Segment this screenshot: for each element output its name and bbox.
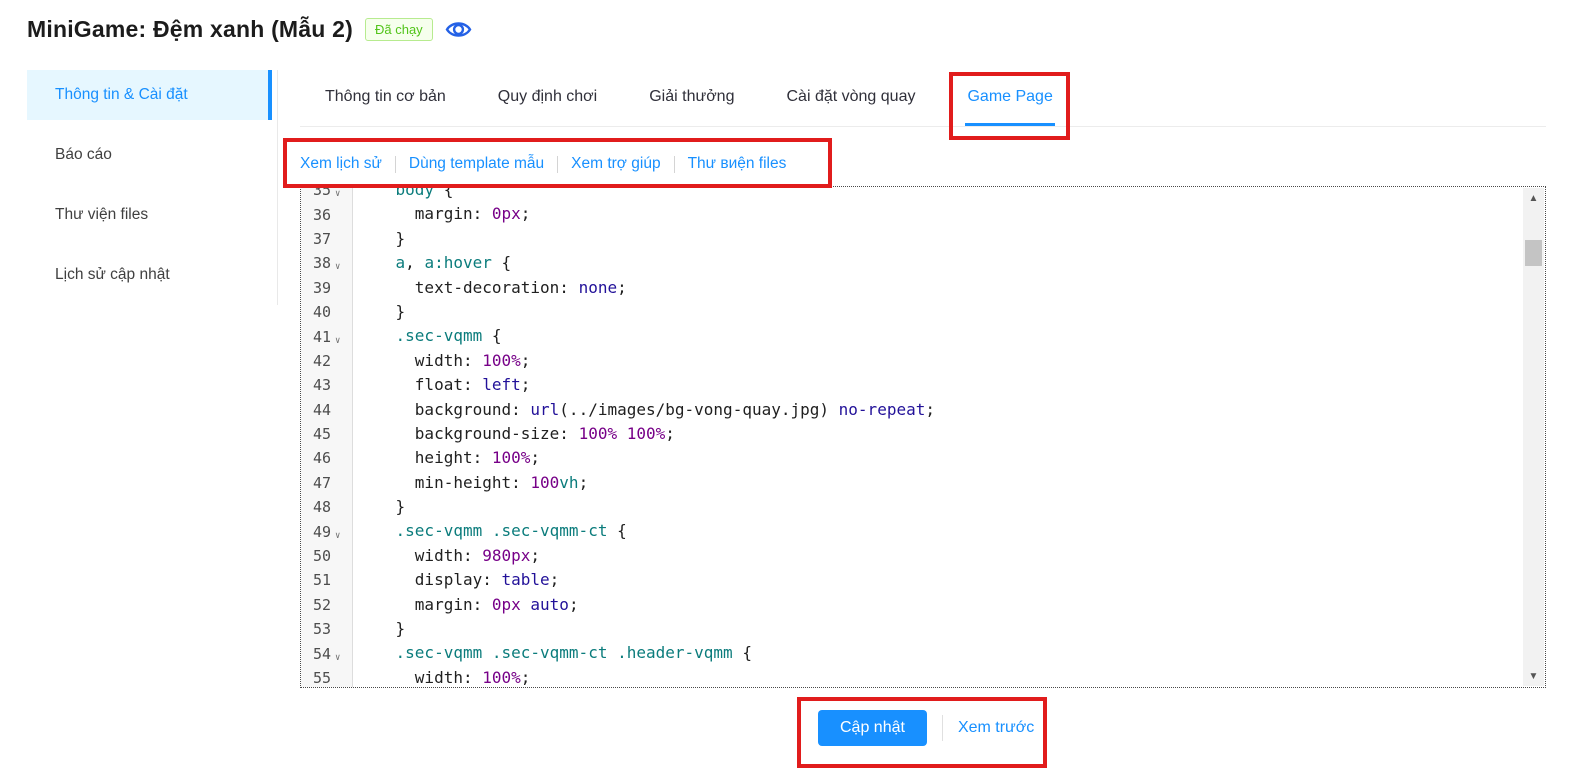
- code-line[interactable]: a, a:hover {: [357, 251, 1545, 275]
- code-line[interactable]: text-decoration: none;: [357, 276, 1545, 300]
- toolbar-link[interactable]: Dùng template mẫu: [409, 155, 544, 173]
- gutter-line-number: 53: [301, 617, 352, 641]
- tab-item[interactable]: Quy định chơi: [496, 70, 599, 126]
- editor-vertical-scrollbar[interactable]: ▲ ▼: [1523, 188, 1544, 686]
- scrollbar-thumb[interactable]: [1525, 240, 1542, 266]
- tab-active[interactable]: Game Page: [965, 70, 1054, 126]
- gutter-line-number: 37: [301, 227, 352, 251]
- sidebar-item[interactable]: Báo cáo: [27, 130, 272, 180]
- fold-chevron-down-icon[interactable]: ∨: [335, 189, 340, 199]
- scrollbar-down-arrow-icon[interactable]: ▼: [1523, 666, 1544, 686]
- fold-chevron-down-icon[interactable]: ∨: [335, 262, 340, 272]
- code-line[interactable]: body {: [357, 186, 1545, 202]
- editor-toolbar-links: Xem lịch sử Dùng template mẫu Xem trợ giúp…: [300, 148, 786, 180]
- sidebar-item[interactable]: Thông tin & Cài đặt: [27, 70, 272, 120]
- gutter-line-number: 51: [301, 568, 352, 592]
- tab-item[interactable]: Cài đặt vòng quay: [784, 70, 917, 126]
- gutter-line-number: 47: [301, 471, 352, 495]
- gutter-line-number: 46: [301, 446, 352, 470]
- editor-scroller: 35∨363738∨394041∨4243444546474849∨505152…: [301, 186, 1545, 688]
- gutter-line-number: 55: [301, 666, 352, 688]
- tab-item[interactable]: Thông tin cơ bản: [323, 70, 448, 126]
- toolbar-link[interactable]: Xem trợ giúp: [571, 155, 660, 173]
- code-line[interactable]: }: [357, 495, 1545, 519]
- footer-actions: Cập nhật Xem trước: [818, 710, 1034, 746]
- code-line[interactable]: margin: 0px auto;: [357, 593, 1545, 617]
- code-line[interactable]: height: 100%;: [357, 446, 1545, 470]
- link-separator: [674, 156, 675, 173]
- fold-chevron-down-icon[interactable]: ∨: [335, 531, 340, 541]
- gutter-line-number: 41∨: [301, 324, 352, 348]
- page-header: MiniGame: Đệm xanh (Mẫu 2) Đã chạy: [27, 16, 472, 43]
- gutter-line-number: 39: [301, 276, 352, 300]
- fold-chevron-down-icon[interactable]: ∨: [335, 653, 340, 663]
- code-line[interactable]: background: url(../images/bg-vong-quay.j…: [357, 398, 1545, 422]
- gutter-line-number: 49∨: [301, 519, 352, 543]
- gutter-line-number: 40: [301, 300, 352, 324]
- gutter-line-number: 48: [301, 495, 352, 519]
- gutter-line-number: 38∨: [301, 251, 352, 275]
- sidebar: Thông tin & Cài đặt Báo cáo Thư viện files…: [27, 70, 272, 310]
- code-line[interactable]: margin: 0px;: [357, 202, 1545, 226]
- editor-gutter: 35∨363738∨394041∨4243444546474849∨505152…: [301, 186, 353, 688]
- code-line[interactable]: .sec-vqmm {: [357, 324, 1545, 348]
- sidebar-divider: [277, 70, 278, 305]
- tab-item[interactable]: Giải thưởng: [647, 70, 736, 126]
- gutter-line-number: 45: [301, 422, 352, 446]
- eye-icon: [445, 18, 472, 41]
- code-line[interactable]: width: 980px;: [357, 544, 1545, 568]
- code-line[interactable]: min-height: 100vh;: [357, 471, 1545, 495]
- code-line[interactable]: .sec-vqmm .sec-vqmm-ct {: [357, 519, 1545, 543]
- preview-eye-button[interactable]: [445, 18, 472, 41]
- scrollbar-up-arrow-icon[interactable]: ▲: [1523, 188, 1544, 208]
- status-badge: Đã chạy: [365, 18, 433, 42]
- toolbar-link[interactable]: Thư виện files: [688, 155, 787, 173]
- gutter-line-number: 52: [301, 593, 352, 617]
- tab-bar: Thông tin cơ bản Quy định chơi Giải thưởng…: [300, 70, 1546, 127]
- code-line[interactable]: }: [357, 227, 1545, 251]
- gutter-line-number: 36: [301, 202, 352, 226]
- fold-chevron-down-icon[interactable]: ∨: [335, 336, 340, 346]
- link-separator: [557, 156, 558, 173]
- link-separator: [395, 156, 396, 173]
- code-editor[interactable]: 35∨363738∨394041∨4243444546474849∨505152…: [300, 186, 1546, 688]
- code-line[interactable]: float: left;: [357, 373, 1545, 397]
- toolbar-link[interactable]: Xem lịch sử: [300, 155, 382, 173]
- code-line[interactable]: width: 100%;: [357, 666, 1545, 688]
- gutter-line-number: 44: [301, 398, 352, 422]
- update-button[interactable]: Cập nhật: [818, 710, 927, 746]
- sidebar-item[interactable]: Thư viện files: [27, 190, 272, 240]
- preview-link[interactable]: Xem trước: [958, 719, 1034, 737]
- gutter-line-number: 35∨: [301, 186, 352, 202]
- code-line[interactable]: .sec-vqmm .sec-vqmm-ct .header-vqmm {: [357, 641, 1545, 665]
- code-line[interactable]: background-size: 100% 100%;: [357, 422, 1545, 446]
- editor-code-area[interactable]: body { margin: 0px; } a, a:hover { text-…: [353, 186, 1545, 688]
- code-line[interactable]: }: [357, 617, 1545, 641]
- code-line[interactable]: width: 100%;: [357, 349, 1545, 373]
- code-line[interactable]: display: table;: [357, 568, 1545, 592]
- code-line[interactable]: }: [357, 300, 1545, 324]
- page-title: MiniGame: Đệm xanh (Mẫu 2): [27, 16, 353, 43]
- footer-divider: [942, 715, 943, 741]
- gutter-line-number: 43: [301, 373, 352, 397]
- gutter-line-number: 54∨: [301, 641, 352, 665]
- sidebar-item[interactable]: Lịch sử cập nhật: [27, 250, 272, 300]
- gutter-line-number: 50: [301, 544, 352, 568]
- gutter-line-number: 42: [301, 349, 352, 373]
